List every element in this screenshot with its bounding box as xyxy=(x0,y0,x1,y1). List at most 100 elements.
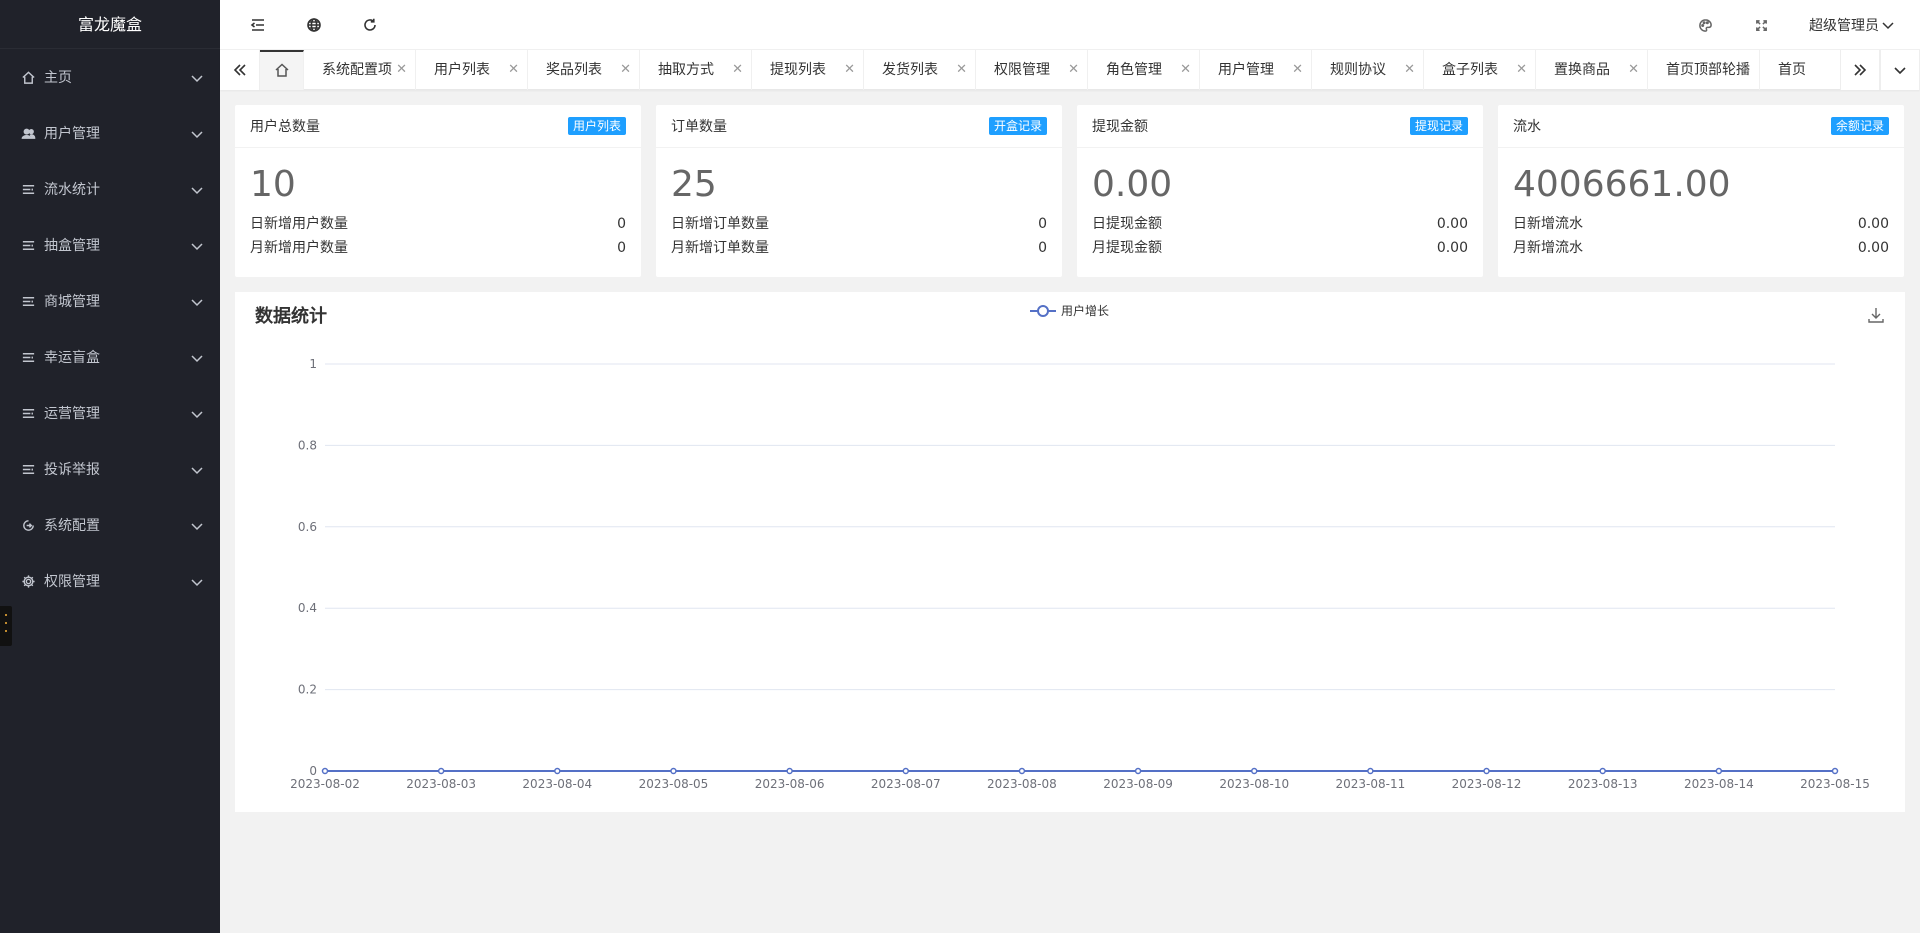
tab-item[interactable]: 盒子列表 ✕ xyxy=(1424,50,1536,90)
close-icon[interactable]: ✕ xyxy=(732,50,743,90)
theme-button[interactable] xyxy=(1693,13,1717,37)
x-tick-label: 2023-08-09 xyxy=(1103,777,1173,791)
card-link-badge[interactable]: 用户列表 xyxy=(567,117,626,135)
data-point xyxy=(786,767,793,775)
tab-scroll-right-button[interactable] xyxy=(1840,50,1880,90)
tab-label: 规则协议 xyxy=(1330,62,1386,78)
sidebar-item-lucky-box[interactable]: 幸运盲盒 xyxy=(0,329,220,385)
close-icon[interactable]: ✕ xyxy=(844,50,855,90)
sidebar-item-home[interactable]: 主页 xyxy=(0,49,220,105)
chevron-down-icon xyxy=(190,183,204,197)
close-icon[interactable]: ✕ xyxy=(508,50,519,90)
row-label: 月新增流水 xyxy=(1513,240,1583,256)
collapse-menu-button[interactable] xyxy=(246,13,270,37)
close-icon[interactable]: ✕ xyxy=(1404,50,1415,90)
tab-item[interactable]: 提现列表 ✕ xyxy=(752,50,864,90)
chart-legend[interactable]: 用户增长 xyxy=(1030,302,1109,319)
refresh-button[interactable] xyxy=(358,13,382,37)
close-icon[interactable]: ✕ xyxy=(1068,50,1079,90)
sidebar-item-complaints[interactable]: 投诉举报 xyxy=(0,441,220,497)
x-tick-label: 2023-08-12 xyxy=(1452,777,1522,791)
tab-item[interactable]: 权限管理 ✕ xyxy=(976,50,1088,90)
card-link-badge[interactable]: 开盒记录 xyxy=(988,117,1047,135)
sidebar-item-label: 系统配置 xyxy=(44,518,100,534)
tab-item[interactable]: 系统配置项 ✕ xyxy=(304,50,416,90)
tab-home[interactable] xyxy=(260,50,304,90)
tab-label: 权限管理 xyxy=(994,62,1050,78)
user-name: 超级管理员 xyxy=(1809,18,1879,34)
sidebar-item-permissions[interactable]: 权限管理 xyxy=(0,553,220,609)
sidebar-item-mall-management[interactable]: 商城管理 xyxy=(0,273,220,329)
tab-label: 抽取方式 xyxy=(658,62,714,78)
list-icon xyxy=(20,293,36,309)
download-button[interactable] xyxy=(1867,306,1885,324)
tab-scroll-left-button[interactable] xyxy=(220,50,260,90)
tab-item[interactable]: 抽取方式 ✕ xyxy=(640,50,752,90)
sidebar-item-label: 幸运盲盒 xyxy=(44,350,100,366)
close-icon[interactable]: ✕ xyxy=(956,50,967,90)
user-menu[interactable]: 超级管理员 xyxy=(1809,15,1895,35)
tab-item[interactable]: 规则协议 ✕ xyxy=(1312,50,1424,90)
data-point xyxy=(670,767,677,775)
tab-item[interactable]: 置换商品 ✕ xyxy=(1536,50,1648,90)
card-link-badge[interactable]: 余额记录 xyxy=(1830,117,1889,135)
website-button[interactable] xyxy=(302,13,326,37)
tab-label: 盒子列表 xyxy=(1442,62,1498,78)
app-logo[interactable]: 富龙魔盒 xyxy=(0,0,220,49)
row-value: 0.00 xyxy=(1857,240,1889,256)
fullscreen-button[interactable] xyxy=(1749,13,1773,37)
tab-label: 奖品列表 xyxy=(546,62,602,78)
tab-item[interactable]: 角色管理 ✕ xyxy=(1088,50,1200,90)
chevron-down-icon xyxy=(1882,22,1894,30)
list-icon xyxy=(20,461,36,477)
x-tick-label: 2023-08-04 xyxy=(522,777,592,791)
gear-icon xyxy=(20,573,36,589)
row-label: 日新增用户数量 xyxy=(250,216,348,232)
chevron-down-icon xyxy=(190,127,204,141)
close-icon[interactable]: ✕ xyxy=(620,50,631,90)
tab-menu-dropdown[interactable] xyxy=(1880,50,1920,90)
tab-list: 系统配置项 ✕ 用户列表 ✕ 奖品列表 ✕ 抽取方式 ✕ 提现列表 ✕ 发货列表 ✕ 权限管理 ✕ 角色管理… xyxy=(260,50,1840,90)
chevron-down-icon xyxy=(1894,67,1906,75)
x-tick-label: 2023-08-11 xyxy=(1336,777,1406,791)
sidebar-menu: 主页 用户管理 流水统计 抽盒管理 商城管理 幸运盲盒 运营管理 投诉举报 系统… xyxy=(0,49,220,609)
sidebar-item-system-config[interactable]: 系统配置 xyxy=(0,497,220,553)
x-tick-label: 2023-08-02 xyxy=(290,777,360,791)
row-label: 月提现金额 xyxy=(1092,240,1162,256)
tab-item[interactable]: 发货列表 ✕ xyxy=(864,50,976,90)
stat-card-orders: 订单数量 开盒记录 25 日新增订单数量 0 月新增订单数量 0 xyxy=(656,105,1062,277)
row-label: 日新增订单数量 xyxy=(671,216,769,232)
data-point xyxy=(321,767,329,775)
data-point xyxy=(1367,767,1374,775)
expand-icon xyxy=(1755,19,1767,31)
card-title: 提现金额 xyxy=(1092,119,1148,135)
tab-item[interactable]: 首页 xyxy=(1760,50,1840,90)
sidebar-item-flow-stats[interactable]: 流水统计 xyxy=(0,161,220,217)
data-point xyxy=(902,767,910,775)
row-value: 0 xyxy=(617,240,626,256)
tab-label: 提现列表 xyxy=(770,62,826,78)
close-icon[interactable]: ✕ xyxy=(1292,50,1303,90)
chevron-down-icon xyxy=(190,71,204,85)
close-icon[interactable]: ✕ xyxy=(1628,50,1639,90)
chart-title: 数据统计 xyxy=(255,306,327,327)
indent-icon xyxy=(250,19,264,31)
sidebar-item-operations[interactable]: 运营管理 xyxy=(0,385,220,441)
close-icon[interactable]: ✕ xyxy=(1180,50,1191,90)
sidebar-resize-handle[interactable] xyxy=(0,606,12,646)
sidebar-item-label: 运营管理 xyxy=(44,406,100,422)
close-icon[interactable]: ✕ xyxy=(1740,50,1751,90)
tab-item[interactable]: 首页顶部轮播 ✕ xyxy=(1648,50,1760,90)
list-icon xyxy=(20,181,36,197)
sidebar-item-user-management[interactable]: 用户管理 xyxy=(0,105,220,161)
close-icon[interactable]: ✕ xyxy=(1516,50,1527,90)
card-link-badge[interactable]: 提现记录 xyxy=(1409,117,1468,135)
sidebar-item-box-management[interactable]: 抽盒管理 xyxy=(0,217,220,273)
tab-bar: 系统配置项 ✕ 用户列表 ✕ 奖品列表 ✕ 抽取方式 ✕ 提现列表 ✕ 发货列表 ✕ 权限管理 ✕ 角色管理… xyxy=(220,50,1920,90)
chevron-down-icon xyxy=(190,407,204,421)
tab-item[interactable]: 用户管理 ✕ xyxy=(1200,50,1312,90)
tab-item[interactable]: 奖品列表 ✕ xyxy=(528,50,640,90)
close-icon[interactable]: ✕ xyxy=(396,50,407,90)
tab-item[interactable]: 用户列表 ✕ xyxy=(416,50,528,90)
users-icon xyxy=(20,125,36,141)
